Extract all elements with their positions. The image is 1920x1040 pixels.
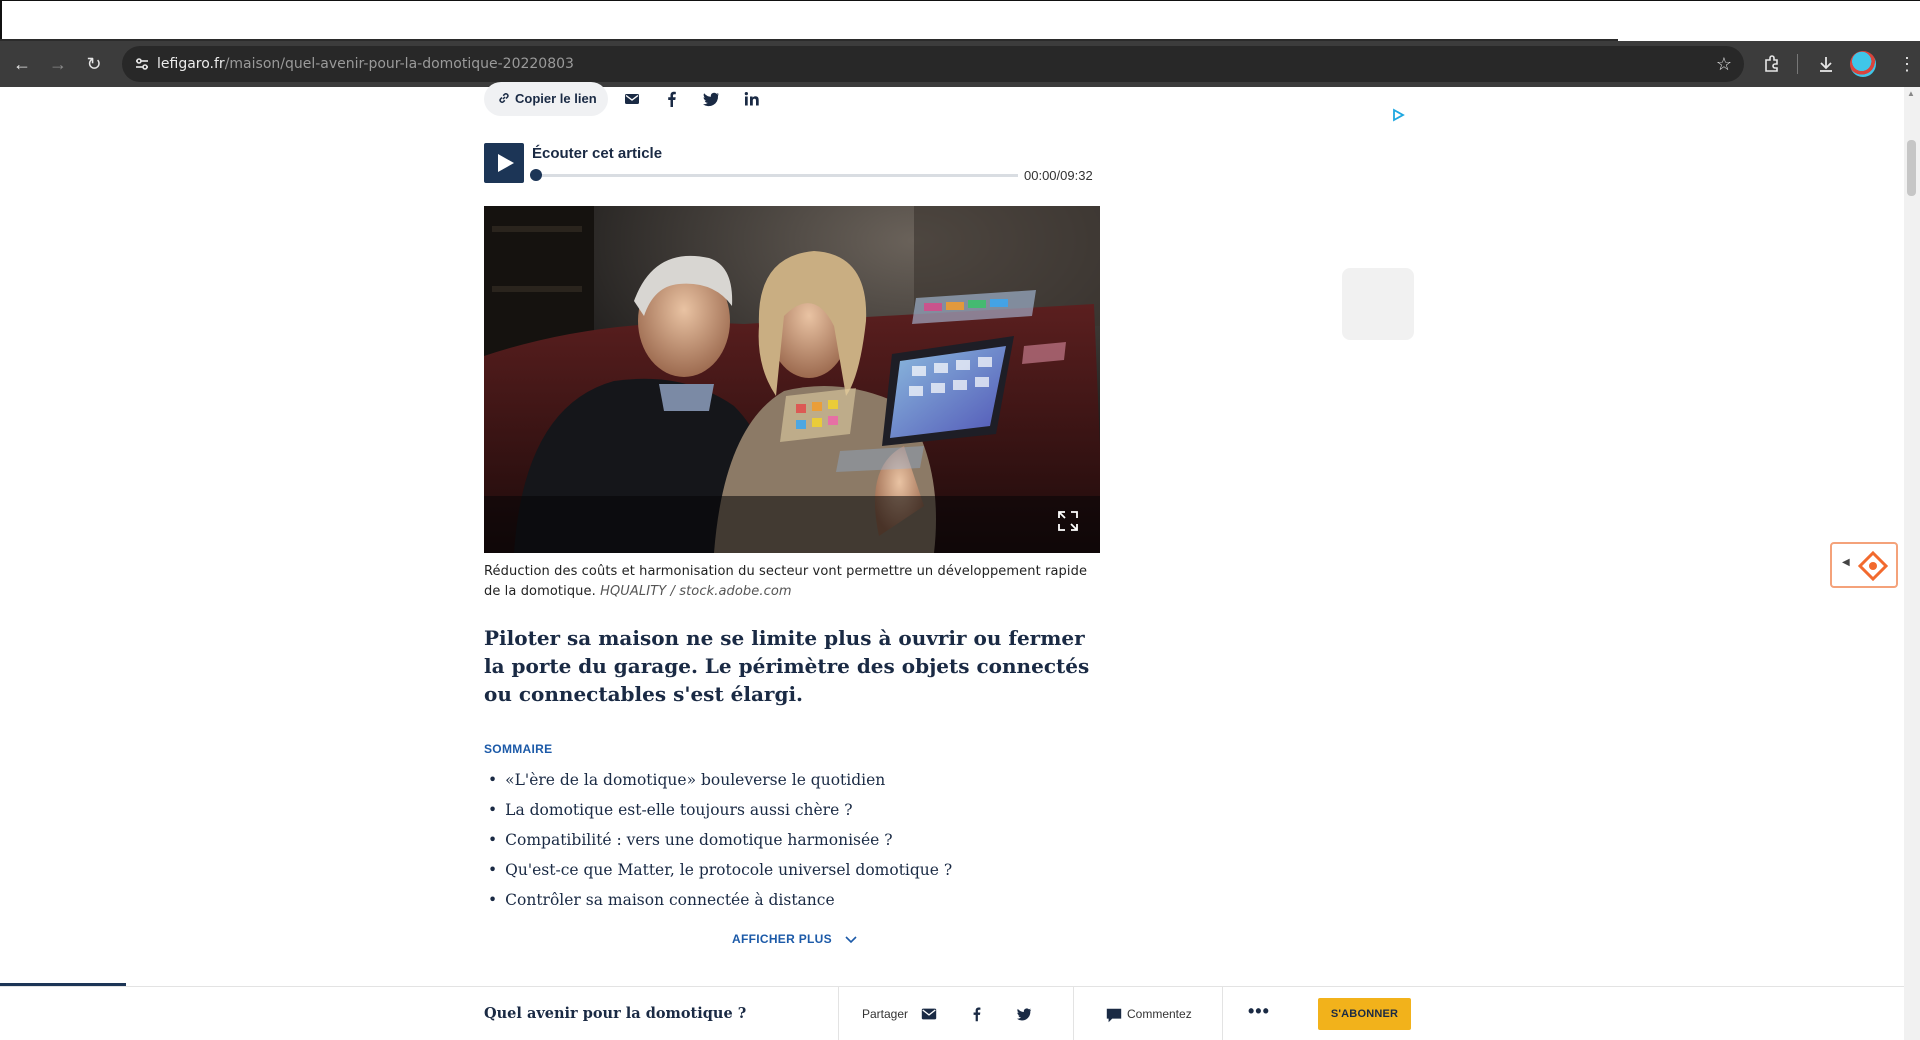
subscribe-button[interactable]: S'ABONNER (1318, 998, 1411, 1030)
bookmark-star-icon[interactable]: ☆ (1712, 52, 1736, 76)
audio-progress-handle[interactable] (530, 169, 542, 181)
url-path: /maison/quel-avenir-pour-la-domotique-20… (224, 56, 574, 72)
download-icon[interactable] (1814, 52, 1838, 76)
more-options-icon[interactable]: ••• (1248, 1001, 1270, 1022)
toolbar-separator (1797, 54, 1798, 74)
url-text[interactable]: lefigaro.fr/maison/quel-avenir-pour-la-d… (157, 53, 574, 75)
divider (1073, 987, 1074, 1040)
copy-link-button[interactable]: Copier le lien (484, 82, 608, 116)
url-host: lefigaro.fr (157, 56, 225, 72)
window-title-strip (0, 0, 1920, 41)
back-icon[interactable]: ← (10, 52, 34, 76)
image-credit: HQUALITY / stock.adobe.com (600, 584, 792, 599)
sommaire-item[interactable]: Qu'est-ce que Matter, le protocole unive… (488, 856, 1108, 886)
fullscreen-icon[interactable] (1055, 508, 1081, 534)
bottom-bar-title: Quel avenir pour la domotique ? (484, 1005, 747, 1022)
scroll-up-arrow-icon[interactable]: ▲ (1907, 90, 1917, 98)
show-more-label: AFFICHER PLUS (732, 932, 832, 946)
article-image[interactable] (484, 206, 1100, 553)
image-caption: Réduction des coûts et harmonisation du … (484, 562, 1100, 602)
site-info-icon[interactable] (130, 52, 154, 76)
forward-icon[interactable]: → (46, 52, 70, 76)
ad-placeholder-icon (1342, 268, 1414, 340)
facebook-icon[interactable] (662, 89, 682, 109)
divider (1222, 987, 1223, 1040)
play-button[interactable] (484, 143, 524, 183)
divider (838, 987, 839, 1040)
sommaire-item[interactable]: «L'ère de la domotique» bouleverse le qu… (488, 766, 1108, 796)
scrollbar-thumb[interactable] (1907, 140, 1916, 196)
show-more-button[interactable]: AFFICHER PLUS (732, 932, 858, 946)
link-icon (499, 93, 509, 103)
linkedin-icon[interactable] (742, 89, 762, 109)
sommaire-item[interactable]: Compatibilité : vers une domotique harmo… (488, 826, 1108, 856)
audio-progress-track[interactable] (532, 174, 1018, 177)
extensions-icon[interactable] (1760, 52, 1784, 76)
audio-time: 00:00/09:32 (1024, 168, 1093, 183)
profile-avatar[interactable] (1850, 51, 1876, 77)
facebook-icon[interactable] (968, 1005, 986, 1023)
sommaire-title: SOMMAIRE (484, 742, 553, 756)
sommaire-list: «L'ère de la domotique» bouleverse le qu… (488, 766, 1108, 916)
share-label: Partager (862, 1007, 909, 1021)
sommaire-item[interactable]: La domotique est-elle toujours aussi chè… (488, 796, 1108, 826)
sticky-bottom-bar (0, 986, 1904, 1040)
twitter-icon[interactable] (1015, 1005, 1033, 1023)
chevron-down-icon (844, 936, 857, 943)
article-lead: Piloter sa maison ne se limite plus à ou… (484, 626, 1090, 706)
page-scrollbar[interactable] (1904, 87, 1920, 1040)
listen-article-label: Écouter cet article (532, 145, 663, 162)
caret-left-icon: ◀ (1842, 557, 1850, 568)
browser-menu-icon[interactable]: ⋮ (1895, 52, 1919, 76)
twitter-icon[interactable] (701, 89, 721, 109)
sommaire-item[interactable]: Contrôler sa maison connectée à distance (488, 886, 1108, 916)
comment-icon[interactable] (1105, 1006, 1123, 1024)
reload-icon[interactable]: ↻ (82, 52, 106, 76)
mail-icon[interactable] (622, 89, 642, 109)
adchoices-icon[interactable] (1391, 108, 1405, 122)
widget-logo-icon (1858, 551, 1888, 581)
mail-icon[interactable] (920, 1005, 938, 1023)
comment-label[interactable]: Commentez (1127, 1007, 1192, 1021)
copy-link-label: Copier le lien (515, 91, 597, 106)
